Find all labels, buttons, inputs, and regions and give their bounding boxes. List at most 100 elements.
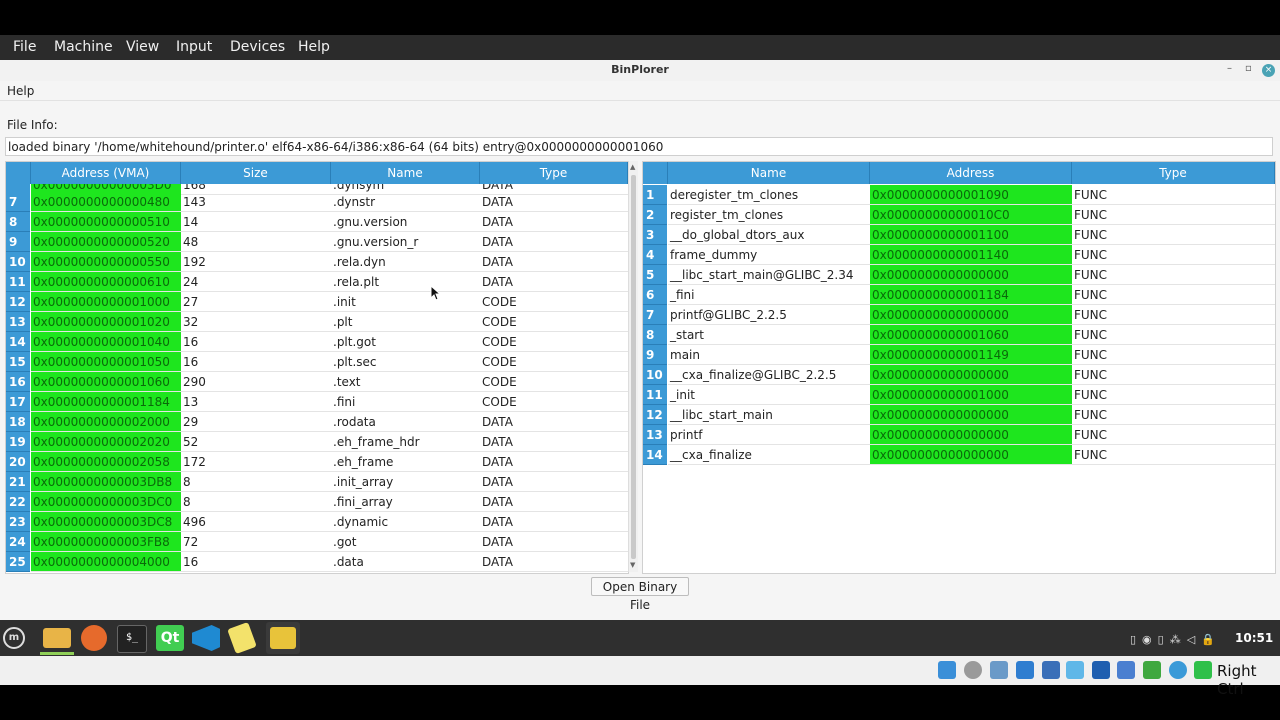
- cell-size[interactable]: 16: [181, 352, 331, 372]
- row-header[interactable]: 14: [6, 332, 30, 352]
- cell-size[interactable]: 8: [181, 472, 331, 492]
- cell-size[interactable]: 29: [181, 412, 331, 432]
- col-header-size[interactable]: Size: [181, 162, 331, 184]
- cell-size[interactable]: 72: [181, 532, 331, 552]
- cell-address[interactable]: 0x0000000000001140: [870, 245, 1072, 265]
- row-header[interactable]: 19: [6, 432, 30, 452]
- maximize-button[interactable]: ▫: [1245, 63, 1252, 74]
- cell-address[interactable]: 0x0000000000002020: [31, 432, 181, 452]
- col-header-type[interactable]: Type: [1072, 162, 1275, 184]
- cell-address[interactable]: 0x0000000000001090: [870, 185, 1072, 205]
- cell-name[interactable]: .fini: [331, 392, 480, 412]
- cell-name[interactable]: main: [668, 345, 870, 365]
- cell-type[interactable]: FUNC: [1072, 205, 1275, 225]
- cell-address[interactable]: 0x0000000000001149: [870, 345, 1072, 365]
- cell-type[interactable]: CODE: [480, 392, 628, 412]
- row-header[interactable]: 13: [643, 425, 667, 445]
- cell-type[interactable]: DATA: [480, 432, 628, 452]
- cell-name[interactable]: __libc_start_main@GLIBC_2.34: [668, 265, 870, 285]
- cell-address[interactable]: 0x0000000000001040: [31, 332, 181, 352]
- cell-type[interactable]: DATA: [480, 532, 628, 552]
- cell-name[interactable]: .dynamic: [331, 512, 480, 532]
- row-header[interactable]: 9: [6, 232, 30, 252]
- vm-menu-devices[interactable]: Devices: [230, 39, 285, 55]
- row-header[interactable]: 25: [6, 552, 30, 572]
- row-header[interactable]: 14: [643, 445, 667, 465]
- display-icon[interactable]: [1092, 661, 1110, 679]
- cell-name[interactable]: .gnu.version_r: [331, 232, 480, 252]
- binplorer-icon[interactable]: [270, 627, 296, 649]
- cell-size[interactable]: 8: [181, 492, 331, 512]
- cell-type[interactable]: FUNC: [1072, 445, 1275, 465]
- row-header[interactable]: 12: [643, 405, 667, 425]
- cell-type[interactable]: DATA: [480, 272, 628, 292]
- cell-size[interactable]: 172: [181, 452, 331, 472]
- files-icon[interactable]: [43, 628, 71, 648]
- file-info-field[interactable]: loaded binary '/home/whitehound/printer.…: [5, 137, 1273, 156]
- cell-address[interactable]: 0x0000000000000480: [31, 192, 181, 212]
- cell-name[interactable]: frame_dummy: [668, 245, 870, 265]
- row-header[interactable]: 21: [6, 472, 30, 492]
- cell-name[interactable]: .init_array: [331, 472, 480, 492]
- cell-address[interactable]: 0x0000000000000520: [31, 232, 181, 252]
- cell-address[interactable]: 0x0000000000000000: [870, 365, 1072, 385]
- cell-type[interactable]: DATA: [480, 252, 628, 272]
- cell-name[interactable]: .eh_frame_hdr: [331, 432, 480, 452]
- cell-name[interactable]: .plt.sec: [331, 352, 480, 372]
- cell-address[interactable]: 0x0000000000003FB8: [31, 532, 181, 552]
- cell-address[interactable]: 0x0000000000004000: [31, 552, 181, 572]
- cell-type[interactable]: CODE: [480, 292, 628, 312]
- sections-scrollbar[interactable]: ▲ ▼: [628, 161, 638, 572]
- cell-name[interactable]: .eh_frame: [331, 452, 480, 472]
- cell-size[interactable]: 32: [181, 312, 331, 332]
- cell-address[interactable]: 0x0000000000000000: [870, 305, 1072, 325]
- cell-type[interactable]: DATA: [480, 492, 628, 512]
- cell-type[interactable]: DATA: [480, 552, 628, 572]
- cpu-icon[interactable]: [1143, 661, 1161, 679]
- cell-name[interactable]: _start: [668, 325, 870, 345]
- cell-type[interactable]: CODE: [480, 312, 628, 332]
- hdd-icon[interactable]: [938, 661, 956, 679]
- cell-type[interactable]: DATA: [480, 212, 628, 232]
- row-header[interactable]: 4: [643, 245, 667, 265]
- row-header[interactable]: 1: [643, 185, 667, 205]
- cell-type[interactable]: FUNC: [1072, 325, 1275, 345]
- vm-menu-input[interactable]: Input: [176, 39, 212, 55]
- cell-size[interactable]: 27: [181, 292, 331, 312]
- vm-menu-help[interactable]: Help: [298, 39, 330, 55]
- col-header-address[interactable]: Address (VMA): [31, 162, 181, 184]
- cell-type[interactable]: DATA: [480, 512, 628, 532]
- cell-address[interactable]: 0x0000000000001100: [870, 225, 1072, 245]
- cell-size[interactable]: 290: [181, 372, 331, 392]
- cell-name[interactable]: .gnu.version: [331, 212, 480, 232]
- cell-type[interactable]: DATA: [480, 452, 628, 472]
- row-header[interactable]: 15: [6, 352, 30, 372]
- cell-size[interactable]: 52: [181, 432, 331, 452]
- cell-size[interactable]: 48: [181, 232, 331, 252]
- cell-type[interactable]: FUNC: [1072, 345, 1275, 365]
- cell-address[interactable]: 0x0000000000000000: [870, 405, 1072, 425]
- cell-type[interactable]: FUNC: [1072, 245, 1275, 265]
- row-header[interactable]: 7: [6, 192, 30, 212]
- video-capture-icon[interactable]: [1117, 661, 1135, 679]
- row-header[interactable]: 22: [6, 492, 30, 512]
- row-header[interactable]: 12: [6, 292, 30, 312]
- cell-address[interactable]: 0x0000000000001050: [31, 352, 181, 372]
- cell-size[interactable]: 13: [181, 392, 331, 412]
- cell-address[interactable]: 0x0000000000002058: [31, 452, 181, 472]
- row-header[interactable]: 11: [643, 385, 667, 405]
- keyboard-capture-icon[interactable]: [1194, 661, 1212, 679]
- cell-type[interactable]: CODE: [480, 372, 628, 392]
- cell-type[interactable]: DATA: [480, 232, 628, 252]
- cell-type[interactable]: DATA: [480, 192, 628, 212]
- cell-type[interactable]: FUNC: [1072, 265, 1275, 285]
- vm-menu-view[interactable]: View: [126, 39, 159, 55]
- cell-address[interactable]: 0x0000000000003DC8: [31, 512, 181, 532]
- cell-address[interactable]: 0x0000000000003DB8: [31, 472, 181, 492]
- cell-name[interactable]: _fini: [668, 285, 870, 305]
- cell-address[interactable]: 0x0000000000000550: [31, 252, 181, 272]
- cell-type[interactable]: DATA: [480, 472, 628, 492]
- col-header-address[interactable]: Address: [870, 162, 1072, 184]
- row-header[interactable]: 11: [6, 272, 30, 292]
- audio-icon[interactable]: [990, 661, 1008, 679]
